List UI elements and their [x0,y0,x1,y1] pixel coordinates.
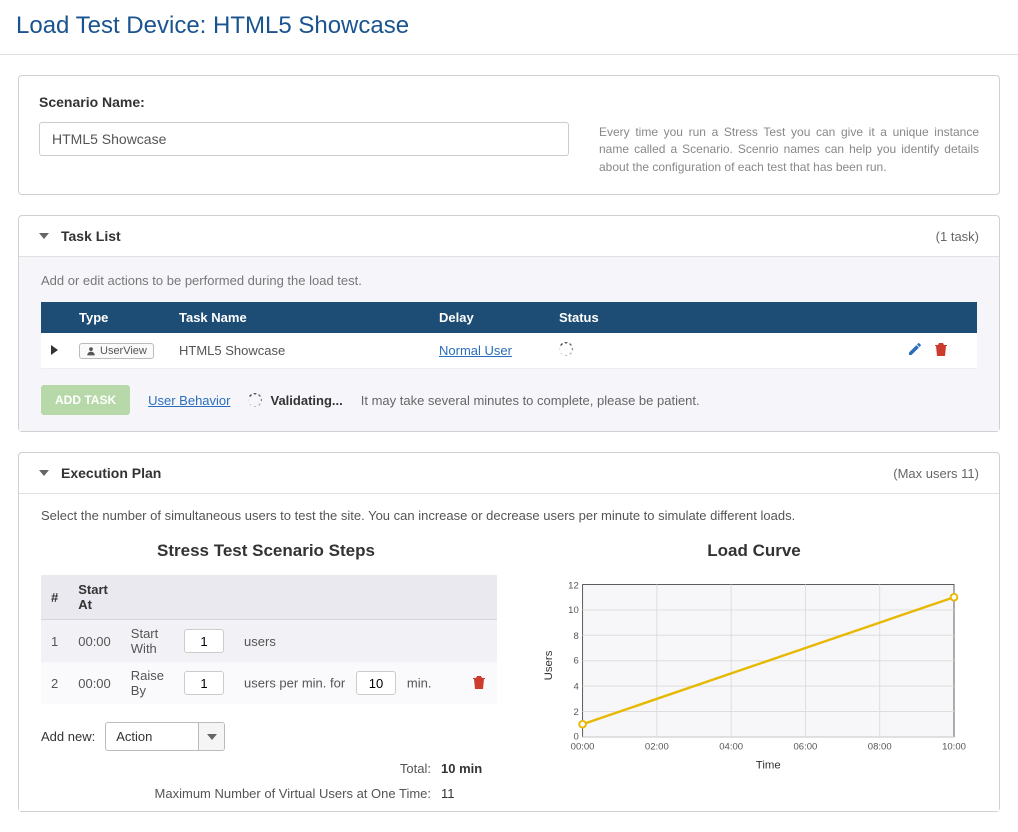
task-list-count: (1 task) [936,229,979,244]
chevron-down-icon [198,723,224,750]
scenario-name-input[interactable] [39,122,569,156]
task-list-panel: Task List (1 task) Add or edit actions t… [18,215,1000,432]
data-point [951,594,958,601]
max-users-value: 11 [441,786,491,801]
max-users-label: Maximum Number of Virtual Users at One T… [155,786,431,801]
svg-text:8: 8 [573,631,578,642]
scenario-help-text: Every time you run a Stress Test you can… [599,122,979,176]
task-type-tag[interactable]: UserView [79,343,154,359]
add-new-label: Add new: [41,729,95,744]
load-curve-chart: 0 2 4 6 8 10 12 00:00 02:00 04:00 [531,575,977,775]
svg-text:10: 10 [568,605,579,616]
svg-text:06:00: 06:00 [794,741,818,752]
edit-icon[interactable] [907,341,923,360]
task-list-hint: Add or edit actions to be performed duri… [41,273,977,288]
total-value: 10 min [441,761,491,776]
task-name-cell: HTML5 Showcase [169,333,429,369]
col-delay: Delay [429,302,549,333]
start-users-input[interactable] [184,629,224,653]
execution-plan-panel: Execution Plan (Max users 11) Select the… [18,452,1000,812]
load-curve-title: Load Curve [531,541,977,561]
loading-spinner-icon [248,393,262,407]
expand-row-icon[interactable] [51,345,58,355]
add-new-select[interactable]: Action [105,722,225,751]
steps-table: # Start At 1 00:00 Start With [41,575,497,704]
chevron-down-icon [39,470,49,476]
col-status: Status [549,302,897,333]
loading-spinner-icon [559,342,573,356]
svg-text:08:00: 08:00 [868,741,892,752]
svg-text:2: 2 [573,707,578,718]
execution-plan-meta: (Max users 11) [893,466,979,481]
raise-users-input[interactable] [184,671,224,695]
col-num: # [41,575,68,620]
total-label: Total: [400,761,431,776]
y-axis-label: Users [543,650,555,680]
svg-text:02:00: 02:00 [645,741,669,752]
svg-text:10:00: 10:00 [942,741,966,752]
validating-status: Validating... [248,393,342,408]
steps-title: Stress Test Scenario Steps [41,541,491,561]
user-icon [86,346,96,356]
svg-text:12: 12 [568,581,579,592]
task-table: Type Task Name Delay Status UserView [41,302,977,369]
task-list-header[interactable]: Task List (1 task) [19,216,999,257]
trash-icon[interactable] [933,341,949,360]
svg-text:6: 6 [573,656,578,667]
execution-plan-header[interactable]: Execution Plan (Max users 11) [19,453,999,494]
raise-min-input[interactable] [356,671,396,695]
svg-text:04:00: 04:00 [719,741,743,752]
data-point [579,721,586,728]
chevron-down-icon [39,233,49,239]
col-name: Task Name [169,302,429,333]
patience-text: It may take several minutes to complete,… [361,393,700,408]
scenario-name-label: Scenario Name: [39,94,979,110]
task-list-title: Task List [61,228,121,244]
trash-icon[interactable] [471,678,487,693]
svg-text:4: 4 [573,681,579,692]
execution-hint: Select the number of simultaneous users … [41,508,977,523]
scenario-panel: Scenario Name: Every time you run a Stre… [18,75,1000,195]
col-type: Type [69,302,169,333]
page-title: Load Test Device: HTML5 Showcase [0,0,1018,55]
col-start: Start At [68,575,121,620]
step-row: 1 00:00 Start With users [41,620,497,663]
x-axis-label: Time [756,760,781,772]
step-row: 2 00:00 Raise By users per min. for min. [41,662,497,704]
execution-plan-title: Execution Plan [61,465,161,481]
user-behavior-link[interactable]: User Behavior [148,393,230,408]
table-row: UserView HTML5 Showcase Normal User [41,333,977,369]
task-delay-link[interactable]: Normal User [439,343,512,358]
svg-text:00:00: 00:00 [571,741,595,752]
add-task-button[interactable]: ADD TASK [41,385,130,415]
